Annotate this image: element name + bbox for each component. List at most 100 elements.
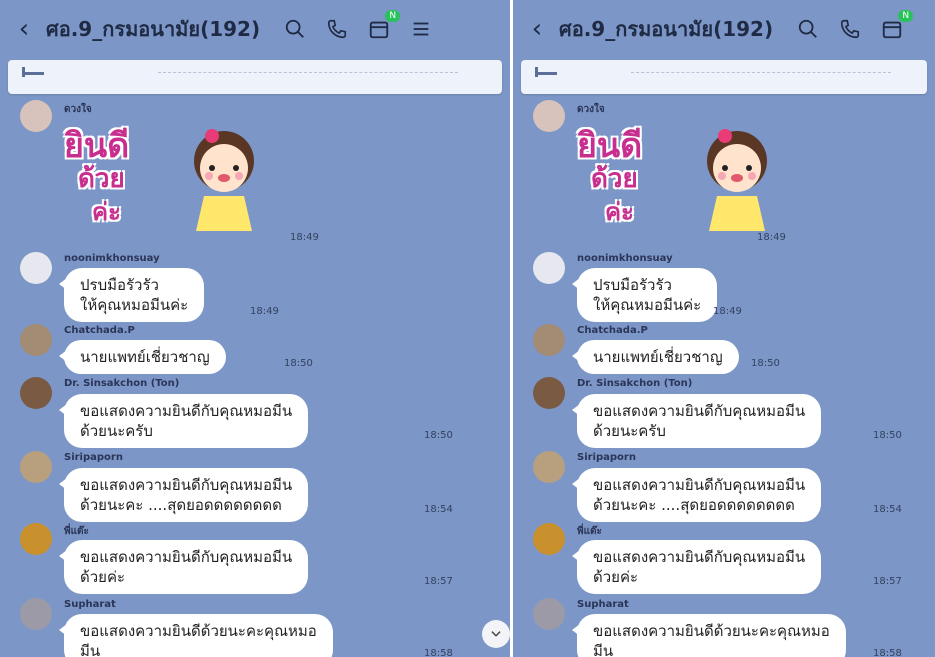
sticker-text-3: ค่ะ — [92, 198, 121, 226]
sender-name: Siripaporn — [577, 452, 636, 463]
message-time: 18:54 — [873, 504, 902, 515]
message-bubble[interactable]: ขอแสดงความยินดีกับคุณหมอมีน ด้วยค่ะ — [571, 540, 822, 594]
message-text: ด้วยนะคะ ....สุดยอดดดดดดดด — [593, 496, 795, 514]
sender-name: noonimkhonsuay — [577, 253, 673, 264]
calendar-badge: N — [898, 10, 914, 22]
message-bubble[interactable]: ขอแสดงความยินดีกับคุณหมอมีน ด้วยนะคะ ...… — [58, 468, 309, 522]
message-time: 18:58 — [424, 648, 453, 657]
phone-icon[interactable] — [837, 16, 863, 42]
message-time: 18:54 — [424, 504, 453, 515]
message-text: มีน — [593, 642, 614, 657]
chat-title: ศอ.9_กรมอนามัย(192) — [559, 17, 774, 41]
avatar[interactable] — [20, 324, 52, 356]
message-text: ขอแสดงความยินดีกับคุณหมอมีน — [80, 402, 293, 420]
avatar[interactable] — [533, 523, 565, 555]
sender-name: ดวงใจ — [64, 104, 92, 115]
message-text: ขอแสดงความยินดีกับคุณหมอมีน — [593, 476, 806, 494]
chevron-down-icon — [491, 631, 501, 637]
message-text: ปรบมือรัวรัว — [593, 276, 672, 294]
announcement-icon — [535, 67, 557, 77]
pinned-announcement-bar[interactable] — [8, 60, 502, 94]
avatar[interactable] — [533, 100, 565, 132]
sender-name: Siripaporn — [64, 452, 123, 463]
avatar[interactable] — [533, 324, 565, 356]
calendar-icon[interactable]: N — [879, 10, 914, 42]
sender-name: Chatchada.P — [577, 325, 648, 336]
search-icon[interactable] — [282, 16, 308, 42]
sender-name: พี่แต๊ะ — [64, 526, 89, 537]
avatar[interactable] — [533, 598, 565, 630]
message-text: ด้วยค่ะ — [593, 568, 639, 586]
pinned-announcement-bar[interactable] — [521, 60, 927, 94]
avatar[interactable] — [20, 598, 52, 630]
message-text: ขอแสดงความยินดีกับคุณหมอมีน — [593, 402, 806, 420]
message-text: ด้วยนะครับ — [593, 422, 666, 440]
sender-name: Chatchada.P — [64, 325, 135, 336]
message-text: นายแพทย์เชี่ยวชาญ — [80, 348, 210, 366]
sticker-image[interactable]: ยินดี ด้วย ค่ะ — [64, 118, 274, 238]
sender-name: Supharat — [577, 599, 629, 610]
avatar[interactable] — [20, 523, 52, 555]
message-bubble[interactable]: ขอแสดงความยินดีกับคุณหมอมีน ด้วยนะคะ ...… — [571, 468, 822, 522]
message-text: ขอแสดงความยินดีกับคุณหมอมีน — [80, 476, 293, 494]
sender-name: noonimkhonsuay — [64, 253, 160, 264]
announcement-icon — [22, 67, 44, 77]
girl-sticker-icon — [194, 129, 254, 231]
back-icon[interactable]: ‹ — [6, 14, 42, 44]
message-text: ขอแสดงความยินดีกับคุณหมอมีน — [593, 548, 806, 566]
sender-name: พี่แต๊ะ — [577, 526, 602, 537]
message-text: มีน — [80, 642, 101, 657]
avatar[interactable] — [20, 252, 52, 284]
message-bubble[interactable]: ขอแสดงความยินดีด้วยนะคะคุณหมอ มีน — [572, 614, 846, 657]
sticker-text-3: ค่ะ — [605, 198, 634, 226]
avatar[interactable] — [20, 100, 52, 132]
message-text: ด้วยนะครับ — [80, 422, 153, 440]
message-text: ด้วยนะคะ ....สุดยอดดดดดดดด — [80, 496, 282, 514]
sender-name: Supharat — [64, 599, 116, 610]
message-bubble[interactable]: นายแพทย์เชี่ยวชาญ — [59, 340, 226, 374]
message-bubble[interactable]: ขอแสดงความยินดีกับคุณหมอมีน ด้วยนะครับ — [571, 394, 822, 448]
avatar[interactable] — [533, 451, 565, 483]
message-time: 18:49 — [290, 232, 319, 243]
avatar[interactable] — [533, 377, 565, 409]
menu-icon[interactable] — [408, 16, 434, 42]
calendar-icon[interactable]: N — [366, 10, 401, 42]
message-text: ปรบมือรัวรัว — [80, 276, 159, 294]
chat-pane-right: ‹ ศอ.9_กรมอนามัย(192) N ดวงใจ ยินดี ด้วย… — [513, 0, 935, 657]
sticker-image[interactable]: ยินดี ด้วย ค่ะ — [577, 118, 787, 238]
sender-name: ดวงใจ — [577, 104, 605, 115]
message-bubble[interactable]: ขอแสดงความยินดีกับคุณหมอมีน ด้วยนะครับ — [58, 394, 309, 448]
sender-name: Dr. Sinsakchon (Ton) — [64, 378, 180, 389]
message-bubble[interactable]: ปรบมือรัวรัว ให้คุณหมอมีนค่ะ — [58, 268, 205, 322]
message-time: 18:50 — [751, 358, 780, 369]
message-text: นายแพทย์เชี่ยวชาญ — [593, 348, 723, 366]
search-icon[interactable] — [795, 16, 821, 42]
message-time: 18:49 — [757, 232, 786, 243]
chat-title: ศอ.9_กรมอนามัย(192) — [46, 17, 261, 41]
message-text: ให้คุณหมอมีนค่ะ — [593, 296, 702, 314]
message-time: 18:57 — [873, 576, 902, 587]
message-text: ขอแสดงความยินดีกับคุณหมอมีน — [80, 548, 293, 566]
message-time: 18:49 — [250, 306, 279, 317]
avatar[interactable] — [20, 377, 52, 409]
message-time: 18:57 — [424, 576, 453, 587]
calendar-badge: N — [385, 10, 401, 22]
phone-icon[interactable] — [324, 16, 350, 42]
message-bubble[interactable]: นายแพทย์เชี่ยวชาญ — [572, 340, 739, 374]
sender-name: Dr. Sinsakchon (Ton) — [577, 378, 693, 389]
message-bubble[interactable]: ปรบมือรัวรัว ให้คุณหมอมีนค่ะ — [571, 268, 718, 322]
back-icon[interactable]: ‹ — [519, 14, 555, 44]
message-text: ให้คุณหมอมีนค่ะ — [80, 296, 189, 314]
message-time: 18:49 — [713, 306, 742, 317]
avatar[interactable] — [20, 451, 52, 483]
announcement-text — [631, 62, 891, 73]
message-time: 18:50 — [873, 430, 902, 441]
message-time: 18:58 — [873, 648, 902, 657]
message-bubble[interactable]: ขอแสดงความยินดีกับคุณหมอมีน ด้วยค่ะ — [58, 540, 309, 594]
scroll-down-button[interactable] — [482, 620, 510, 648]
chat-header: ‹ ศอ.9_กรมอนามัย(192) N — [0, 0, 510, 58]
avatar[interactable] — [533, 252, 565, 284]
message-bubble[interactable]: ขอแสดงความยินดีด้วยนะคะคุณหมอ มีน — [59, 614, 333, 657]
announcement-text — [158, 62, 458, 73]
message-time: 18:50 — [424, 430, 453, 441]
